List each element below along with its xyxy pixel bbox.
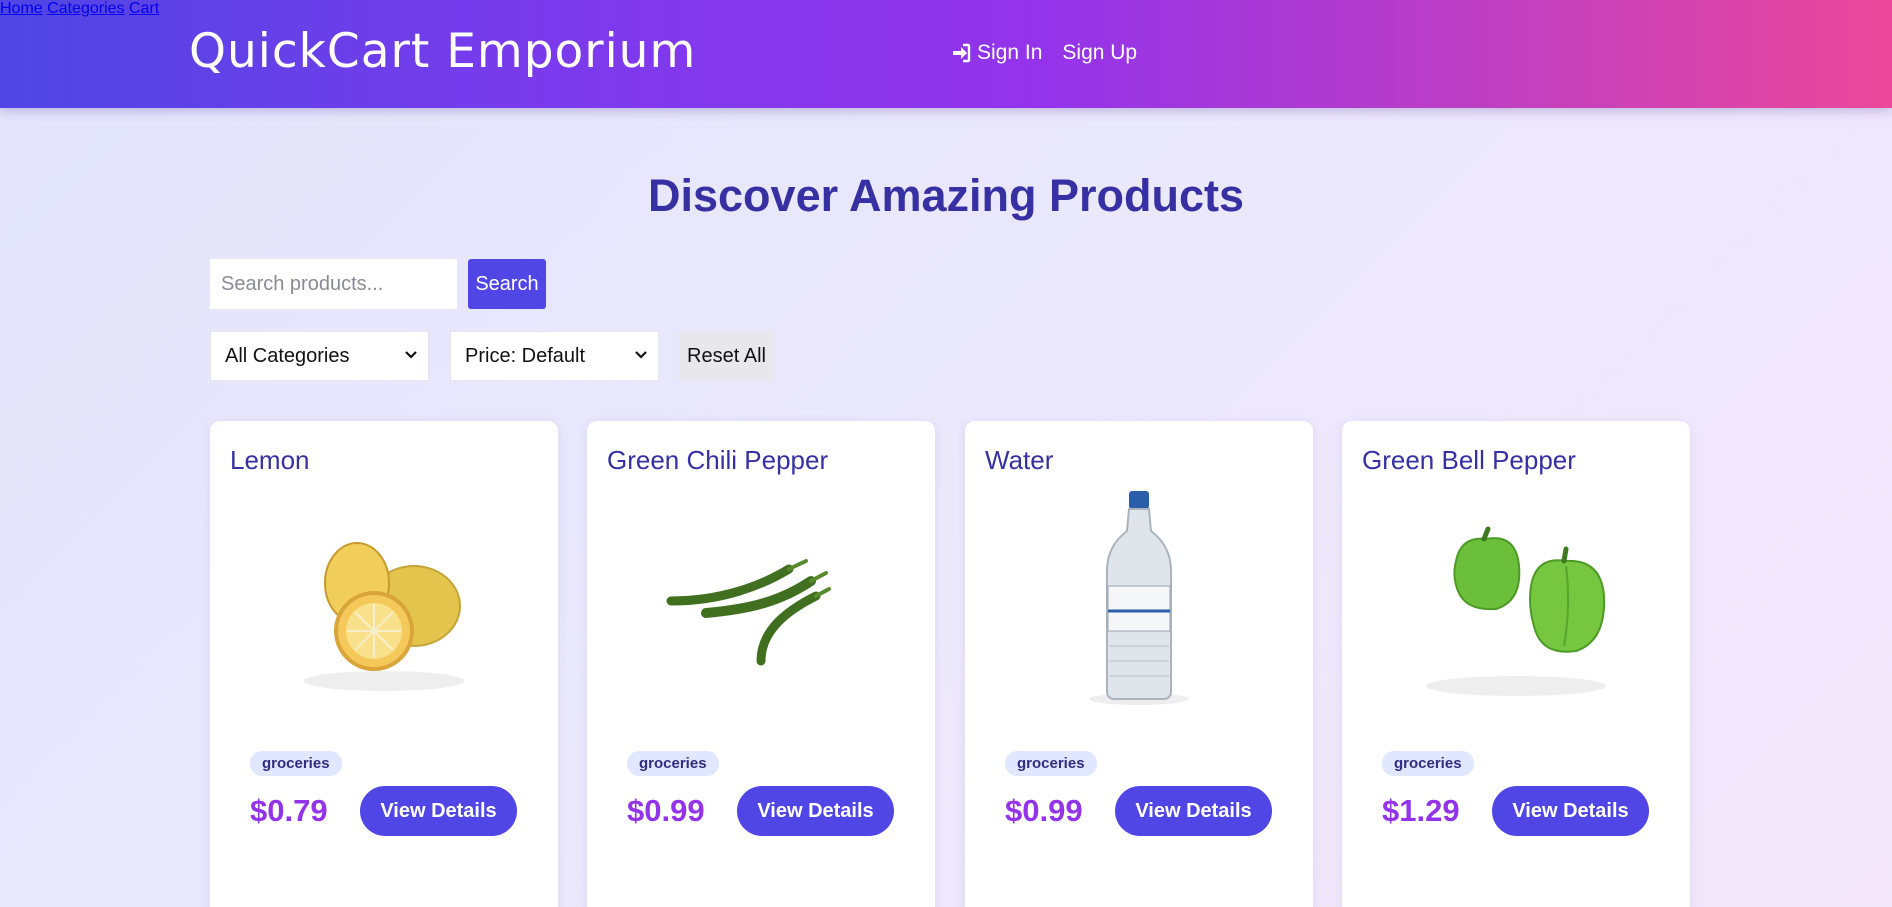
chevron-down-icon — [635, 351, 647, 359]
green-chili-image — [666, 559, 831, 666]
view-details-button[interactable]: View Details — [360, 786, 517, 836]
product-price: $0.79 — [250, 793, 328, 828]
chevron-down-icon — [405, 351, 417, 359]
category-badge: groceries — [1005, 751, 1097, 776]
lemon-image — [304, 542, 464, 691]
product-price: $0.99 — [1005, 793, 1083, 828]
search-input[interactable] — [210, 259, 457, 309]
category-select[interactable]: All Categories — [210, 331, 429, 381]
product-card: Water groceries $0.99 View Details — [965, 421, 1313, 907]
product-name[interactable]: Green Chili Pepper — [607, 445, 828, 476]
main-nav: Home Categories Cart — [0, 0, 1892, 18]
product-card: Green Bell Pepper groceries $1.29 View D… — [1342, 421, 1690, 907]
water-bottle-image — [1089, 491, 1189, 705]
product-card: Lemon groceries $0.79 View Details — [210, 421, 558, 907]
sign-in-link[interactable]: Sign In — [951, 41, 1042, 65]
price-sort-select[interactable]: Price: Default — [450, 331, 659, 381]
nav-cart[interactable]: Cart — [129, 0, 159, 17]
view-details-button[interactable]: View Details — [1492, 786, 1649, 836]
page-title: Discover Amazing Products — [648, 170, 1244, 221]
site-header: QuickCart Emporium Sign In Sign Up Home … — [0, 0, 1892, 108]
nav-home[interactable]: Home — [0, 0, 43, 17]
category-select-value: All Categories — [225, 344, 350, 367]
brand-logo[interactable]: QuickCart Emporium — [189, 24, 696, 79]
product-card: Green Chili Pepper groceries $0.99 View … — [587, 421, 935, 907]
view-details-button[interactable]: View Details — [1115, 786, 1272, 836]
price-sort-value: Price: Default — [465, 344, 586, 367]
sign-in-label: Sign In — [977, 41, 1043, 64]
auth-links: Sign In Sign Up — [951, 41, 1137, 65]
product-price: $1.29 — [1382, 793, 1460, 828]
product-name[interactable]: Green Bell Pepper — [1362, 445, 1576, 476]
sign-in-icon — [953, 43, 971, 63]
product-name[interactable]: Lemon — [230, 445, 310, 476]
nav-categories[interactable]: Categories — [47, 0, 124, 17]
view-details-button[interactable]: View Details — [737, 786, 894, 836]
category-badge: groceries — [250, 751, 342, 776]
category-badge: groceries — [1382, 751, 1474, 776]
category-badge: groceries — [627, 751, 719, 776]
search-button[interactable]: Search — [468, 259, 546, 309]
reset-all-button[interactable]: Reset All — [679, 331, 774, 381]
sign-up-link[interactable]: Sign Up — [1062, 41, 1137, 65]
product-name[interactable]: Water — [985, 445, 1053, 476]
product-price: $0.99 — [627, 793, 705, 828]
bell-pepper-image — [1426, 526, 1606, 696]
